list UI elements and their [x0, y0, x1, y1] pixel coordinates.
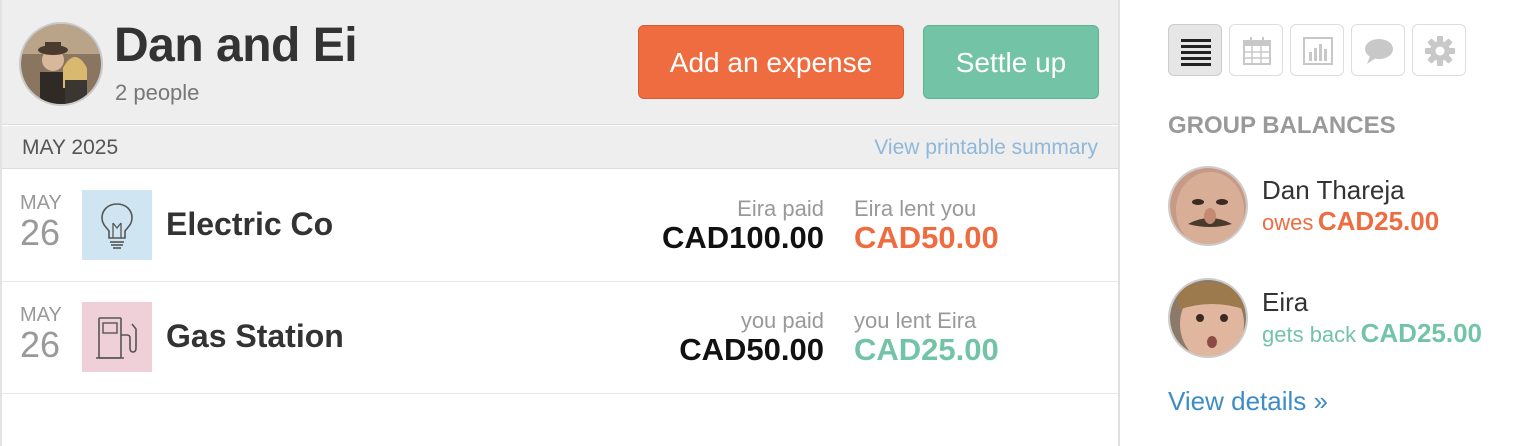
member-balance: owes CAD25.00 — [1262, 206, 1439, 237]
lightbulb-icon — [82, 190, 152, 260]
month-divider: MAY 2025 View printable summary — [2, 126, 1118, 169]
member-name: Dan Thareja — [1262, 175, 1405, 205]
main-panel: Dan and Ei 2 people Add an expense Settl… — [0, 0, 1120, 446]
balance-amount: CAD25.00 — [1360, 318, 1483, 348]
paid-label: you paid — [740, 308, 824, 333]
expense-name: Gas Station — [166, 318, 344, 354]
calendar-view-button[interactable] — [1229, 24, 1283, 76]
view-details-link[interactable]: View details » — [1168, 386, 1328, 417]
expense-day: 26 — [20, 324, 61, 365]
balance-verb: owes — [1262, 210, 1314, 235]
group-header: Dan and Ei 2 people Add an expense Settl… — [2, 0, 1118, 125]
add-expense-button[interactable]: Add an expense — [638, 25, 904, 99]
paid-label: Eira paid — [737, 196, 824, 221]
lent-label: Eira lent you — [854, 196, 977, 221]
avatar[interactable] — [1168, 166, 1248, 246]
avatar[interactable] — [1168, 278, 1248, 358]
lent-amount: CAD25.00 — [854, 332, 999, 367]
settings-button[interactable] — [1412, 24, 1466, 76]
gas-pump-icon — [82, 302, 152, 372]
expense-day: 26 — [20, 212, 61, 253]
balance-amount: CAD25.00 — [1317, 206, 1440, 236]
lent-label: you lent Eira — [854, 308, 977, 333]
group-avatar — [19, 22, 103, 106]
chart-view-button[interactable] — [1290, 24, 1344, 76]
month-label: MAY 2025 — [22, 136, 119, 159]
balance-verb: gets back — [1262, 322, 1357, 347]
expense-row[interactable]: MAY 26 Electric Co Eira paid CAD100.00 E… — [2, 170, 1118, 282]
member-count: 2 people — [115, 80, 200, 105]
list-view-button[interactable] — [1168, 24, 1222, 76]
member-name: Eira — [1262, 287, 1309, 317]
settle-up-button[interactable]: Settle up — [923, 25, 1099, 99]
lent-amount: CAD50.00 — [854, 220, 999, 255]
paid-amount: CAD50.00 — [679, 332, 824, 367]
expense-name: Electric Co — [166, 206, 334, 242]
group-balances-heading: GROUP BALANCES — [1168, 112, 1396, 139]
group-name: Dan and Ei — [114, 19, 358, 72]
member-balance: gets back CAD25.00 — [1262, 318, 1482, 349]
balances-sidebar: GROUP BALANCES Dan Thareja owes CAD25.00… — [1121, 0, 1518, 446]
expense-row[interactable]: MAY 26 Gas Station you paid CAD50.00 you… — [2, 282, 1118, 394]
paid-amount: CAD100.00 — [662, 220, 824, 255]
printable-summary-link[interactable]: View printable summary — [874, 136, 1098, 160]
comments-button[interactable] — [1351, 24, 1405, 76]
